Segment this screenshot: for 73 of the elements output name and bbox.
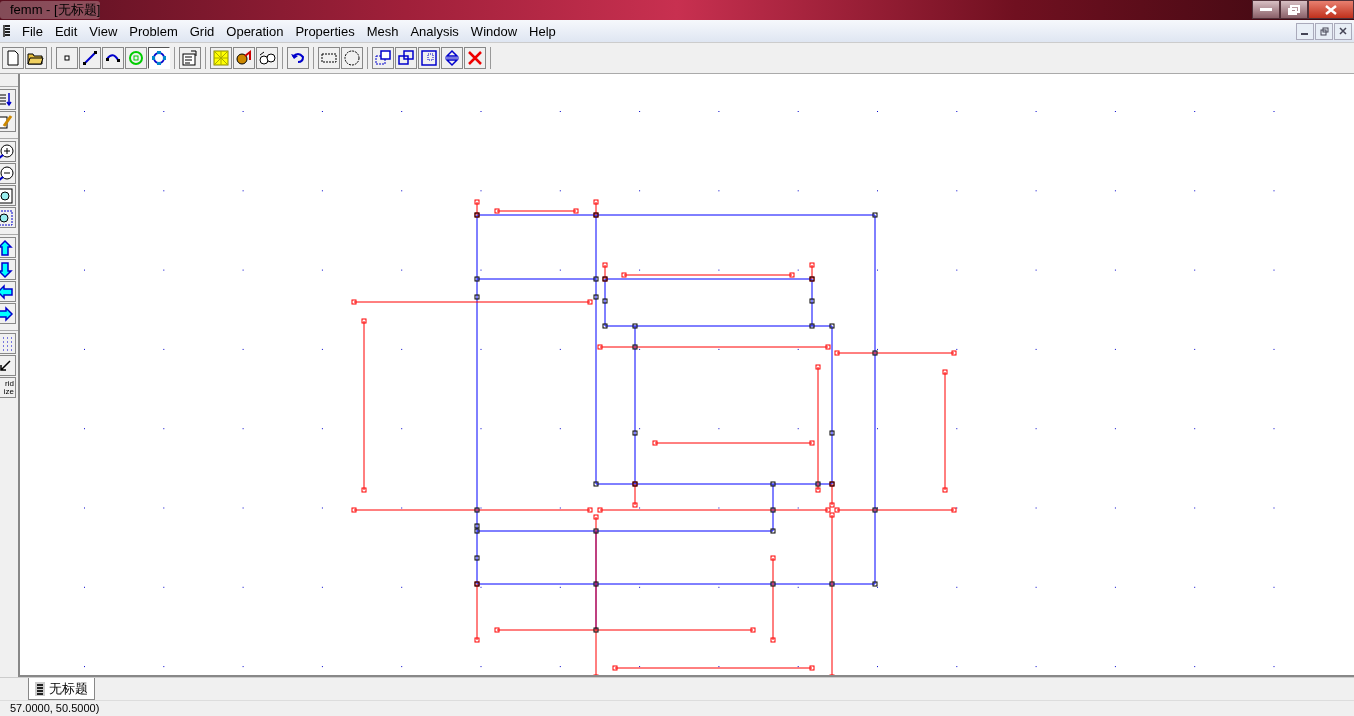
- close-button[interactable]: [1334, 22, 1352, 40]
- mesh-icon: [212, 49, 230, 67]
- group-icon: [150, 49, 168, 67]
- grid-icon: [0, 334, 14, 353]
- scale-icon: [420, 49, 438, 67]
- restore-icon: [1319, 26, 1329, 36]
- menu-item[interactable]: Mesh: [360, 23, 405, 39]
- line-icon: [81, 49, 99, 67]
- file-icon: [4, 49, 22, 67]
- document-tab[interactable]: 无标题: [28, 678, 95, 700]
- properties-icon: [181, 49, 199, 67]
- window-title: femm - [无标题]: [0, 1, 101, 19]
- toolbar-button[interactable]: [0, 207, 16, 228]
- toolbar-button[interactable]: [372, 47, 394, 69]
- status-text: 57.0000, 50.5000): [0, 700, 1354, 715]
- crank-icon: [235, 49, 253, 67]
- toolbar-button[interactable]: [102, 47, 124, 69]
- toolbar-button[interactable]: [233, 47, 255, 69]
- zoom-out-icon: [0, 164, 14, 183]
- close-button[interactable]: [1308, 0, 1354, 19]
- toolbar-button[interactable]: [256, 47, 278, 69]
- target-icon: [127, 49, 145, 67]
- toolbar-button[interactable]: [0, 163, 16, 184]
- toolbar-button[interactable]: [287, 47, 309, 69]
- circle-select-icon: [343, 49, 361, 67]
- toolbar-button[interactable]: [0, 281, 16, 302]
- up-arrow-icon: [0, 238, 14, 257]
- menu-item[interactable]: Properties: [289, 23, 361, 39]
- zoom-icon: [0, 186, 14, 205]
- toolbar-button[interactable]: [0, 355, 16, 376]
- menu-item[interactable]: Analysis: [404, 23, 465, 39]
- zoom-in-icon: [0, 142, 14, 161]
- menu-item[interactable]: Problem: [123, 23, 184, 39]
- coil-icon[interactable]: [2, 24, 12, 38]
- toolbar-button[interactable]: [0, 259, 16, 280]
- grid-size-button[interactable]: rid ize: [0, 377, 16, 398]
- copy-icon: [374, 49, 392, 67]
- coil-icon: [35, 681, 45, 696]
- menu-item[interactable]: File: [16, 23, 49, 39]
- menu-item[interactable]: Edit: [48, 23, 84, 39]
- toolbar-button[interactable]: [441, 47, 463, 69]
- delete-icon: [466, 49, 484, 67]
- menu-item[interactable]: Help: [523, 23, 562, 39]
- toolbar-button[interactable]: [0, 303, 16, 324]
- menu-item[interactable]: View: [83, 23, 124, 39]
- toolbar-button[interactable]: [0, 237, 16, 258]
- restore-button[interactable]: [1315, 22, 1333, 40]
- toolbar-button[interactable]: [79, 47, 101, 69]
- maximize-icon: [1288, 4, 1300, 15]
- toolbar-button[interactable]: [0, 185, 16, 206]
- zoom-window-icon: [0, 208, 14, 227]
- minimize-button[interactable]: [1252, 0, 1280, 19]
- close-icon: [1339, 27, 1347, 35]
- move-icon: [397, 49, 415, 67]
- toolbar-button[interactable]: [148, 47, 170, 69]
- list-icon: [0, 90, 14, 109]
- left-arrow-icon: [0, 282, 14, 301]
- down-arrow-icon: [0, 260, 14, 279]
- toolbar-button[interactable]: [0, 141, 16, 162]
- menu-item[interactable]: Window: [464, 23, 524, 39]
- toolbar-button[interactable]: [0, 89, 16, 110]
- toolbar-button[interactable]: [395, 47, 417, 69]
- toolbar-button[interactable]: [25, 47, 47, 69]
- menu-item[interactable]: Grid: [183, 23, 221, 39]
- maximize-button[interactable]: [1280, 0, 1308, 19]
- right-arrow-icon: [0, 304, 14, 323]
- minimize-button[interactable]: [1296, 22, 1314, 40]
- mirror-icon: [443, 49, 461, 67]
- close-icon: [1325, 4, 1337, 15]
- menu-item[interactable]: Operation: [220, 23, 290, 39]
- toolbar-button[interactable]: [418, 47, 440, 69]
- minimize-icon: [1260, 7, 1272, 12]
- glasses-icon: [258, 49, 276, 67]
